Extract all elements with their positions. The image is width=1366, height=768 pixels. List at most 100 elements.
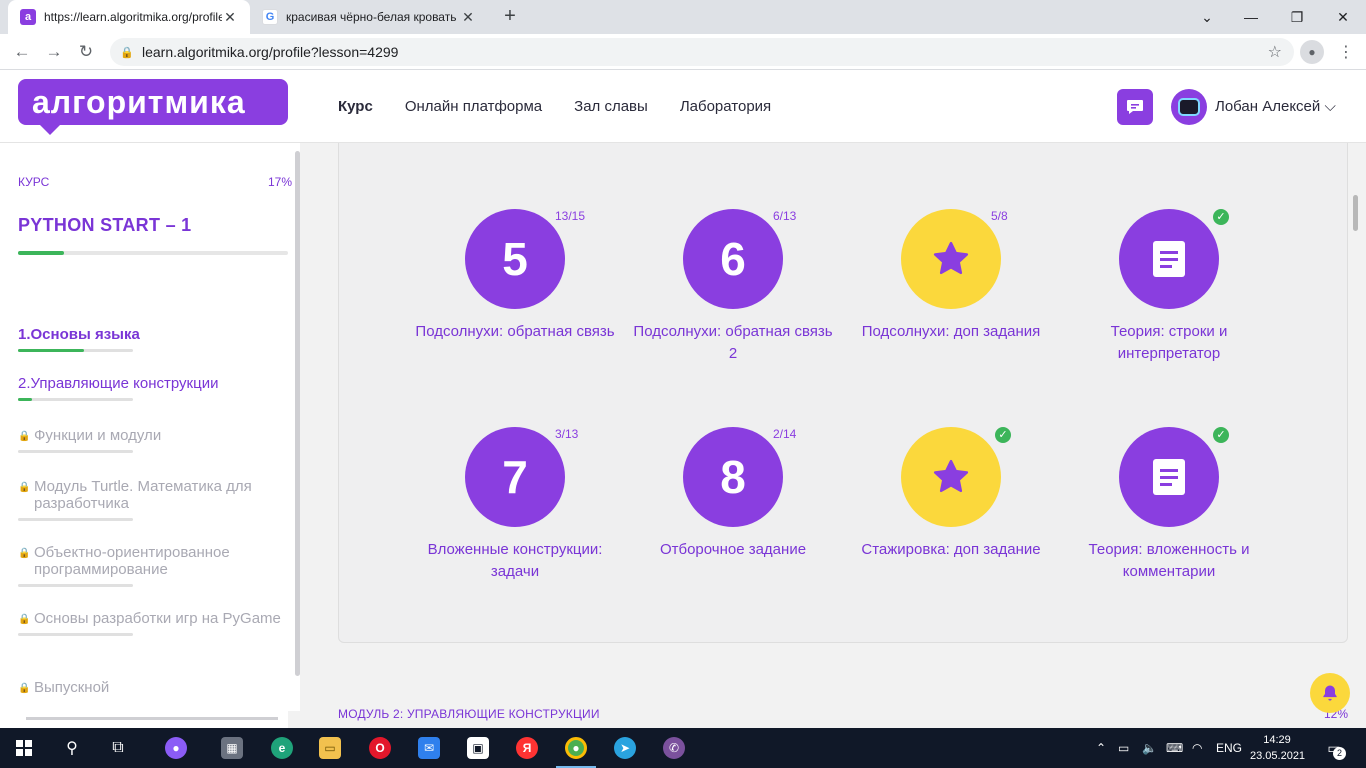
back-icon[interactable]: ← — [10, 40, 34, 64]
language-indicator[interactable]: ENG — [1216, 728, 1242, 768]
close-window-icon[interactable]: ✕ — [1320, 0, 1366, 34]
module-title: 2.Управляющие конструкции — [18, 375, 219, 392]
profile-icon[interactable]: ● — [1300, 40, 1324, 64]
maximize-icon[interactable]: ❐ — [1274, 0, 1320, 34]
reload-icon[interactable]: ↻ — [74, 40, 98, 64]
close-tab-icon[interactable]: ✕ — [222, 9, 238, 26]
google-favicon-icon: G — [262, 9, 278, 25]
course-sidebar: КУРС 17% PYTHON START – 1 1.Основы языка… — [0, 143, 304, 728]
document-icon — [1119, 209, 1219, 309]
notifications-icon[interactable]: ▭ 2 — [1322, 736, 1346, 760]
lesson-item[interactable]: 8 2/14 Отборочное задание — [633, 427, 833, 561]
file-explorer-icon[interactable]: ▭ — [310, 732, 350, 764]
keyboard-icon[interactable]: ⌨ — [1166, 728, 1183, 768]
main-nav: Курс Онлайн платформа Зал славы Лаборато… — [338, 98, 771, 115]
mail-icon[interactable]: ✉ — [409, 732, 449, 764]
calculator-icon[interactable]: ▦ — [212, 732, 252, 764]
wifi-icon[interactable]: ◠ — [1192, 728, 1202, 768]
site-logo[interactable]: алгоритмика — [18, 79, 288, 135]
module-progress-bar — [18, 349, 133, 352]
lesson-name: Подсолнухи: обратная связь 2 — [633, 323, 833, 362]
lesson-name: Теория: вложенность и комментарии — [1088, 541, 1250, 580]
lesson-count: 5/8 — [991, 209, 1008, 223]
lesson-name: Подсолнухи: обратная связь — [415, 323, 615, 340]
tab-title: красивая чёрно-белая кровать — [286, 10, 457, 24]
lesson-number-circle: 6 — [683, 209, 783, 309]
forward-icon[interactable]: → — [42, 40, 66, 64]
check-icon: ✓ — [995, 427, 1011, 443]
module-item[interactable]: 1.Основы языка — [18, 326, 288, 352]
windows-start-icon[interactable] — [4, 732, 44, 764]
nav-online-platform[interactable]: Онлайн платформа — [405, 98, 542, 115]
lesson-item[interactable]: ✓ Стажировка: доп задание — [851, 427, 1051, 561]
lesson-item[interactable]: 5 13/15 Подсолнухи: обратная связь — [415, 209, 615, 343]
module-title: Функции и модули — [18, 427, 288, 445]
alice-icon[interactable]: ● — [156, 732, 196, 764]
module-item[interactable]: 2.Управляющие конструкции — [18, 375, 288, 401]
lessons-area: 5 13/15 Подсолнухи: обратная связь 6 6/1… — [300, 143, 1366, 728]
lesson-count: 3/13 — [555, 427, 579, 441]
lesson-number-circle: 7 — [465, 427, 565, 527]
lesson-name: Вложенные конструкции: задачи — [427, 541, 603, 580]
nav-course[interactable]: Курс — [338, 98, 373, 115]
yandex-browser-icon[interactable]: Я — [507, 732, 547, 764]
lessons-card: 5 13/15 Подсолнухи: обратная связь 6 6/1… — [338, 143, 1348, 643]
lesson-name: Стажировка: доп задание — [861, 541, 1041, 558]
lock-icon: 🔒 — [120, 46, 134, 59]
store-icon[interactable]: ▣ — [458, 732, 498, 764]
module-progress-bar — [18, 450, 133, 453]
search-icon[interactable]: ⚲ — [52, 732, 92, 764]
lesson-item[interactable]: 5/8 Подсолнухи: доп задания — [851, 209, 1051, 343]
lesson-item[interactable]: 7 3/13 Вложенные конструкции: задачи — [415, 427, 615, 583]
tab-google[interactable]: G красивая чёрно-белая кровать ✕ — [250, 0, 488, 34]
lesson-count: 13/15 — [555, 209, 586, 223]
module2-title[interactable]: МОДУЛЬ 2: УПРАВЛЯЮЩИЕ КОНСТРУКЦИИ — [338, 707, 600, 721]
document-icon — [1119, 427, 1219, 527]
minimize-icon[interactable]: — — [1228, 0, 1274, 34]
new-tab-icon[interactable]: + — [498, 5, 522, 29]
module-progress-bar — [18, 518, 133, 521]
user-menu[interactable]: Лобан Алексей ⌵ — [1215, 98, 1336, 115]
main-scrollbar[interactable] — [1353, 195, 1358, 231]
username-text: Лобан Алексей — [1215, 98, 1321, 115]
volume-icon[interactable]: 🔈 — [1142, 728, 1157, 768]
address-bar[interactable]: 🔒 learn.algoritmika.org/profile?lesson=4… — [110, 38, 1294, 66]
lesson-count: 6/13 — [773, 209, 797, 223]
algoritmika-favicon-icon: а — [20, 9, 36, 25]
tab-search-icon[interactable]: ⌄ — [1184, 0, 1230, 34]
bookmark-star-icon[interactable]: ☆ — [1268, 42, 1282, 62]
module-item-locked: Функции и модули — [18, 427, 288, 453]
telegram-icon[interactable]: ➤ — [605, 732, 645, 764]
close-tab-icon[interactable]: ✕ — [460, 9, 476, 26]
battery-icon[interactable]: ▭ — [1118, 728, 1129, 768]
menu-icon[interactable]: ⋮ — [1334, 40, 1358, 64]
lesson-number-circle: 8 — [683, 427, 783, 527]
chevron-down-icon: ⌵ — [1324, 98, 1336, 115]
nav-laboratory[interactable]: Лаборатория — [680, 98, 771, 115]
lesson-number-circle: 5 — [465, 209, 565, 309]
module-item-locked: Выпускной — [18, 679, 288, 697]
tray-chevron-icon[interactable]: ⌃ — [1096, 728, 1106, 768]
edge-icon[interactable]: e — [262, 732, 302, 764]
lesson-item[interactable]: 6 6/13 Подсолнухи: обратная связь 2 — [633, 209, 833, 365]
tab-algoritmika[interactable]: а https://learn.algoritmika.org/profile?… — [8, 0, 250, 34]
site-header: алгоритмика Курс Онлайн платформа Зал сл… — [0, 70, 1366, 143]
task-view-icon[interactable]: ⧉ — [98, 732, 138, 764]
chat-icon[interactable] — [1117, 89, 1153, 125]
bell-icon[interactable] — [1310, 673, 1350, 713]
lesson-item[interactable]: ✓ Теория: строки и интерпретатор — [1069, 209, 1269, 365]
chrome-icon[interactable]: ● — [556, 732, 596, 768]
course-label: КУРС — [18, 175, 50, 189]
module-title: Объектно-ориентированное программировани… — [18, 544, 288, 578]
avatar[interactable] — [1171, 89, 1207, 125]
opera-icon[interactable]: O — [360, 732, 400, 764]
browser-tabstrip: а https://learn.algoritmika.org/profile?… — [0, 0, 1366, 34]
lesson-name: Подсолнухи: доп задания — [861, 323, 1041, 340]
lesson-item[interactable]: ✓ Теория: вложенность и комментарии — [1069, 427, 1269, 583]
nav-hall-of-fame[interactable]: Зал славы — [574, 98, 648, 115]
star-icon — [901, 427, 1001, 527]
module-item-locked: Модуль Turtle. Математика для разработчи… — [18, 478, 288, 521]
sidebar-horizontal-scrollbar[interactable] — [26, 717, 278, 720]
clock[interactable]: 14:29 23.05.2021 — [1250, 732, 1305, 764]
viber-icon[interactable]: ✆ — [654, 732, 694, 764]
